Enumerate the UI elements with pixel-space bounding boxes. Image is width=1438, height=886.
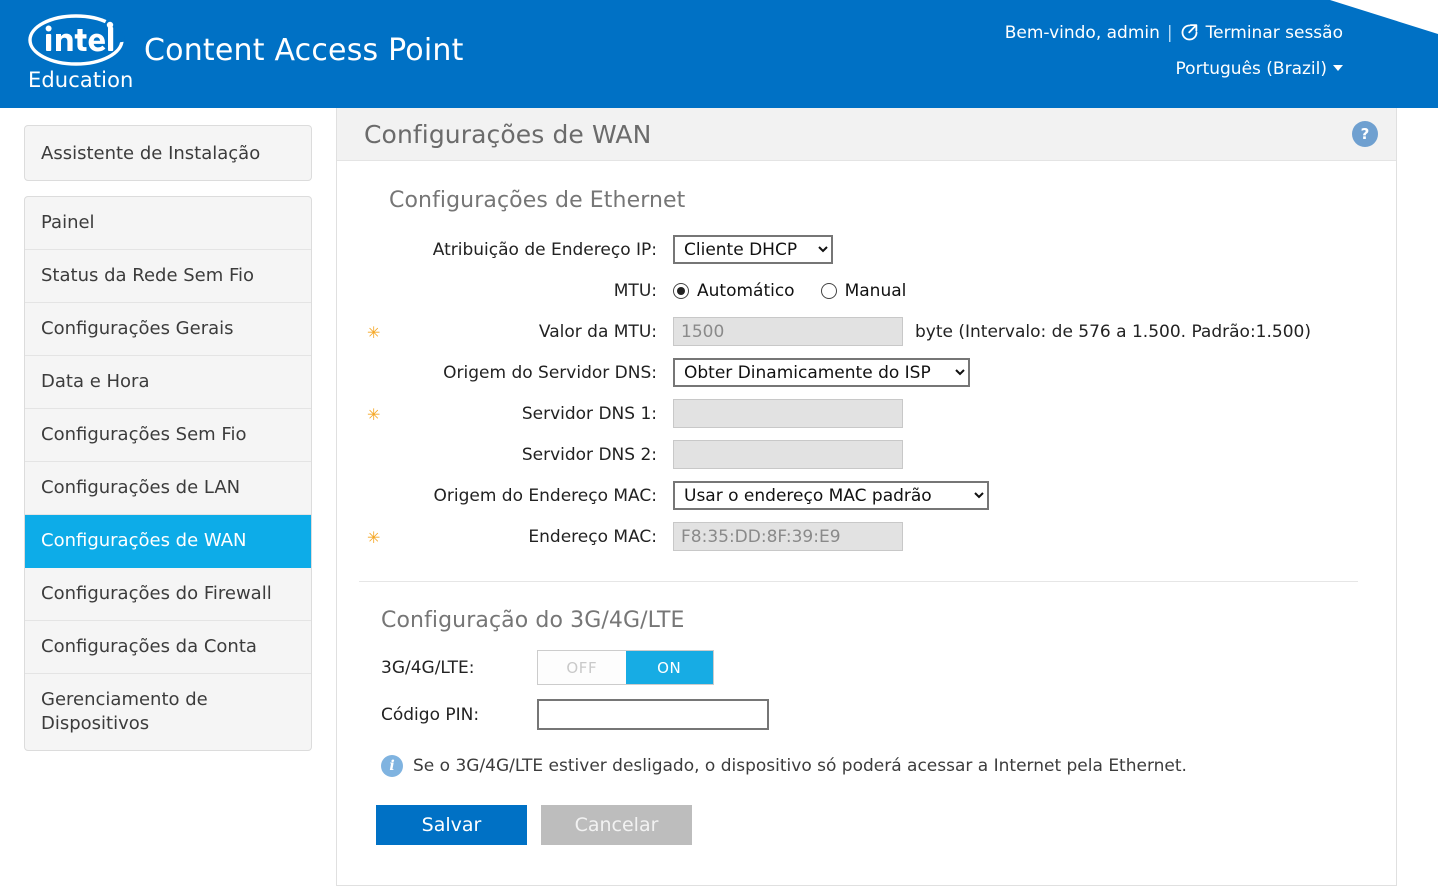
row-dns1: ✳ Servidor DNS 1: [337,393,1396,434]
language-selector[interactable]: Português (Brazil) [1005,59,1343,79]
header-corner-notch [1330,0,1438,34]
mtu-manual-label: Manual [844,280,907,301]
row-lte-toggle: 3G/4G/LTE: OFF ON [337,647,1396,688]
sidebar-item-label: Assistente de Instalação [41,142,261,164]
lte-toggle[interactable]: OFF ON [537,650,714,685]
mtu-range-note: byte (Intervalo: de 576 a 1.500. Padrão:… [915,321,1311,342]
welcome-label: Bem-vindo, admin [1004,22,1160,43]
logout-link[interactable]: Terminar sessão [1206,22,1343,45]
sidebar-item-setup-wizard[interactable]: Assistente de Instalação [24,125,312,181]
save-button[interactable]: Salvar [376,805,527,845]
mac-address-input[interactable] [673,522,903,551]
mtu-radio-group: Automático Manual [673,281,932,301]
row-dns-source: Origem do Servidor DNS: Obter Dinamicame… [337,352,1396,393]
lte-info-text: Se o 3G/4G/LTE estiver desligado, o disp… [413,756,1187,776]
lte-toggle-off[interactable]: OFF [538,651,626,684]
section-divider [359,581,1358,582]
sidebar-item-wireless-status[interactable]: Status da Rede Sem Fio [25,250,311,303]
chevron-down-icon [1333,64,1343,71]
sidebar-item-wan-settings[interactable]: Configurações de WAN [25,515,311,568]
page-body: Assistente de Instalação Painel Status d… [0,108,1438,886]
content-header: Configurações de WAN ? [337,108,1396,161]
sidebar-item-label: Configurações Sem Fio [41,423,247,445]
dns2-input[interactable] [673,440,903,469]
brand-logo: Education [24,12,133,96]
sidebar-item-label: Configurações da Conta [41,635,257,657]
page-title: Configurações de WAN [364,119,652,149]
sidebar-item-device-management[interactable]: Gerenciamento de Dispositivos [25,674,311,750]
header-user-area: Bem-vindo, admin | Terminar sessão Portu… [1005,20,1343,79]
lte-toggle-on[interactable]: ON [625,651,713,684]
intel-education-label: Education [28,68,134,92]
sidebar-item-general-settings[interactable]: Configurações Gerais [25,303,311,356]
mac-source-select[interactable]: Usar o endereço MAC padrão [673,481,989,510]
ethernet-section-title: Configurações de Ethernet [389,188,686,213]
logout-arrow-icon[interactable] [1180,23,1199,49]
lte-toggle-label: 3G/4G/LTE: [381,657,475,678]
cancel-button[interactable]: Cancelar [541,805,692,845]
ip-assignment-label: Atribuição de Endereço IP: [432,239,657,260]
row-mtu-mode: MTU: Automático Manual [337,270,1396,311]
sidebar-item-label: Configurações Gerais [41,317,234,339]
row-pin-code: Código PIN: [337,694,1396,735]
required-asterisk-icon: ✳ [367,404,381,424]
intel-logo: Education [24,12,133,96]
welcome-row: Bem-vindo, admin | Terminar sessão [1005,20,1343,46]
mtu-auto-label: Automático [697,280,795,301]
lte-section-title: Configuração do 3G/4G/LTE [381,608,685,633]
mac-address-label: Endereço MAC: [528,526,657,547]
row-dns2: Servidor DNS 2: [337,434,1396,475]
sidebar-item-date-time[interactable]: Data e Hora [25,356,311,409]
row-mtu-value: ✳ Valor da MTU: byte (Intervalo: de 576 … [337,311,1396,352]
row-mac-source: Origem do Endereço MAC: Usar o endereço … [337,475,1396,516]
sidebar: Assistente de Instalação Painel Status d… [24,125,312,751]
mac-source-label: Origem do Endereço MAC: [433,485,658,506]
dns2-label: Servidor DNS 2: [521,444,657,465]
sidebar-item-dashboard[interactable]: Painel [25,197,311,250]
sidebar-item-account-settings[interactable]: Configurações da Conta [25,621,311,674]
dns-source-select[interactable]: Obter Dinamicamente do ISP [673,358,970,387]
dns1-input[interactable] [673,399,903,428]
sidebar-item-label: Data e Hora [41,370,150,392]
mtu-value-input[interactable] [673,317,903,346]
sidebar-item-wireless-settings[interactable]: Configurações Sem Fio [25,409,311,462]
sidebar-item-label: Gerenciamento de Dispositivos [41,688,208,734]
sidebar-nav-group: Painel Status da Rede Sem Fio Configuraç… [24,196,312,751]
row-ip-assignment: Atribuição de Endereço IP: Cliente DHCP [337,229,1396,270]
help-icon[interactable]: ? [1352,121,1378,147]
mtu-value-label: Valor da MTU: [538,321,657,342]
sidebar-item-label: Status da Rede Sem Fio [41,264,255,286]
sidebar-item-lan-settings[interactable]: Configurações de LAN [25,462,311,515]
sidebar-item-label: Configurações de WAN [41,529,247,551]
pin-code-input[interactable] [537,699,769,730]
required-asterisk-icon: ✳ [367,527,381,547]
content-panel: Configurações de WAN ? Configurações de … [336,108,1397,886]
sidebar-item-firewall-settings[interactable]: Configurações do Firewall [25,568,311,621]
dns-source-label: Origem do Servidor DNS: [443,362,657,383]
row-mac-address: ✳ Endereço MAC: [337,516,1396,557]
sidebar-item-label: Configurações do Firewall [41,582,272,604]
content-body: Configurações de Ethernet Atribuição de … [337,161,1396,845]
language-label: Português (Brazil) [1175,58,1327,79]
mtu-label: MTU: [613,280,657,301]
lte-info-note: i Se o 3G/4G/LTE estiver desligado, o di… [381,755,1396,777]
dns1-label: Servidor DNS 1: [521,403,657,424]
sidebar-item-label: Configurações de LAN [41,476,241,498]
app-header: Education Content Access Point Bem-vindo… [0,0,1438,108]
ip-assignment-select[interactable]: Cliente DHCP [673,235,833,264]
mtu-auto-radio[interactable] [673,282,689,299]
info-icon: i [381,755,403,777]
intel-swirl-icon [28,14,126,66]
mtu-manual-radio[interactable] [820,282,837,299]
header-separator: | [1166,22,1173,43]
sidebar-item-label: Painel [41,211,95,233]
app-title: Content Access Point [144,33,464,68]
required-asterisk-icon: ✳ [367,322,381,342]
action-buttons: Salvar Cancelar [376,805,1396,845]
pin-code-label: Código PIN: [381,704,480,725]
